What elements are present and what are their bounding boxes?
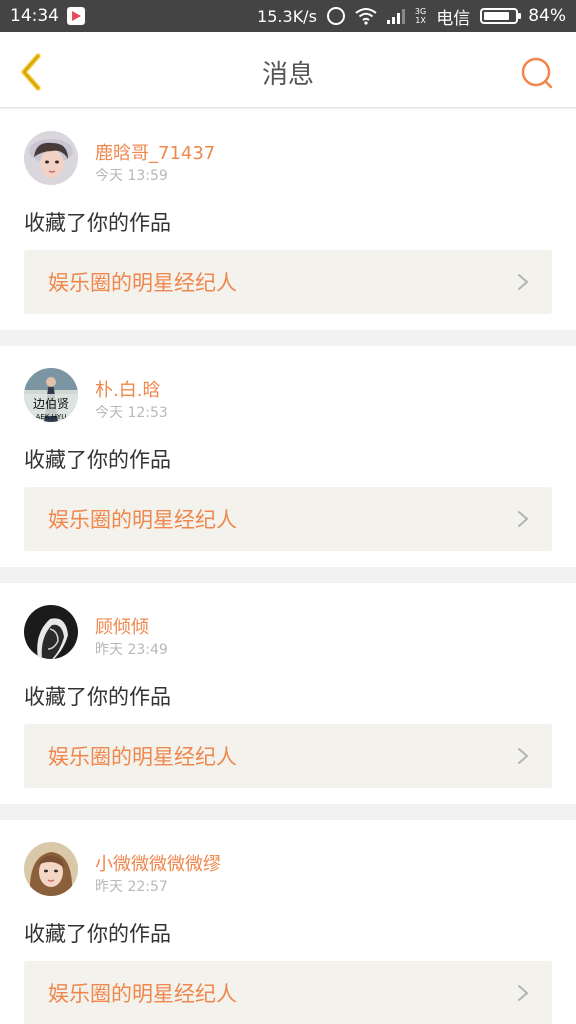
app-notification-icon — [67, 7, 85, 25]
work-link[interactable]: 娱乐圈的明星经纪人 — [24, 961, 552, 1024]
status-right: 15.3K/s 3G 1X 电信 84% — [257, 4, 566, 29]
signal-icon — [386, 8, 405, 24]
username[interactable]: 小微微微微微缪 — [95, 850, 221, 876]
page-title: 消息 — [261, 60, 314, 90]
username[interactable]: 朴.白.晗 — [95, 376, 160, 402]
message-card: 边伯贤 AEK HYU 朴.白.晗 今天 12:53 收藏了你的作品 娱乐圈的明… — [0, 346, 576, 567]
action-text: 收藏了你的作品 — [24, 685, 171, 709]
wifi-icon — [355, 7, 377, 25]
search-icon — [521, 57, 553, 89]
timestamp: 昨天 22:57 — [95, 879, 168, 895]
chevron-right-icon — [518, 748, 528, 764]
avatar[interactable] — [24, 605, 78, 659]
work-title: 娱乐圈的明星经纪人 — [48, 271, 237, 295]
battery-percent: 84% — [528, 6, 566, 26]
alarm-icon — [326, 7, 345, 25]
status-time: 14:34 — [10, 6, 59, 26]
timestamp: 昨天 23:49 — [95, 642, 168, 658]
work-link[interactable]: 娱乐圈的明星经纪人 — [24, 724, 552, 788]
avatar[interactable] — [24, 842, 78, 896]
work-link[interactable]: 娱乐圈的明星经纪人 — [24, 487, 552, 551]
avatar[interactable]: 边伯贤 AEK HYU — [24, 368, 78, 422]
chevron-right-icon — [518, 985, 528, 1001]
avatar-subcaption: AEK HYU — [36, 413, 67, 421]
work-title: 娱乐圈的明星经纪人 — [48, 745, 237, 769]
message-card: 鹿晗哥_71437 今天 13:59 收藏了你的作品 娱乐圈的明星经纪人 — [0, 109, 576, 330]
message-card: 顾倾倾 昨天 23:49 收藏了你的作品 娱乐圈的明星经纪人 — [0, 583, 576, 804]
action-text: 收藏了你的作品 — [24, 448, 171, 472]
action-text: 收藏了你的作品 — [24, 211, 171, 235]
battery-fill — [484, 12, 510, 20]
search-button[interactable] — [520, 56, 554, 90]
nav-header: 消息 — [0, 32, 576, 108]
timestamp: 今天 12:53 — [95, 405, 168, 421]
action-text: 收藏了你的作品 — [24, 922, 171, 946]
status-bar: 14:34 15.3K/s 3G 1X 电信 84% — [0, 0, 576, 32]
message-card: 小微微微微微缪 昨天 22:57 收藏了你的作品 娱乐圈的明星经纪人 — [0, 820, 576, 1024]
message-list: 鹿晗哥_71437 今天 13:59 收藏了你的作品 娱乐圈的明星经纪人 边伯贤… — [0, 109, 576, 1024]
network-type: 3G 1X — [414, 7, 427, 25]
network-speed: 15.3K/s — [257, 6, 317, 26]
timestamp: 今天 13:59 — [95, 168, 168, 184]
chevron-right-icon — [518, 274, 528, 290]
chevron-right-icon — [518, 511, 528, 527]
carrier-name: 电信 — [436, 8, 471, 29]
work-title: 娱乐圈的明星经纪人 — [48, 982, 237, 1006]
username[interactable]: 鹿晗哥_71437 — [95, 139, 215, 165]
battery-icon — [480, 8, 522, 24]
work-title: 娱乐圈的明星经纪人 — [48, 508, 237, 532]
avatar[interactable] — [24, 131, 78, 185]
work-link[interactable]: 娱乐圈的明星经纪人 — [24, 250, 552, 314]
username[interactable]: 顾倾倾 — [95, 613, 149, 639]
avatar-caption: 边伯贤 — [33, 396, 69, 411]
